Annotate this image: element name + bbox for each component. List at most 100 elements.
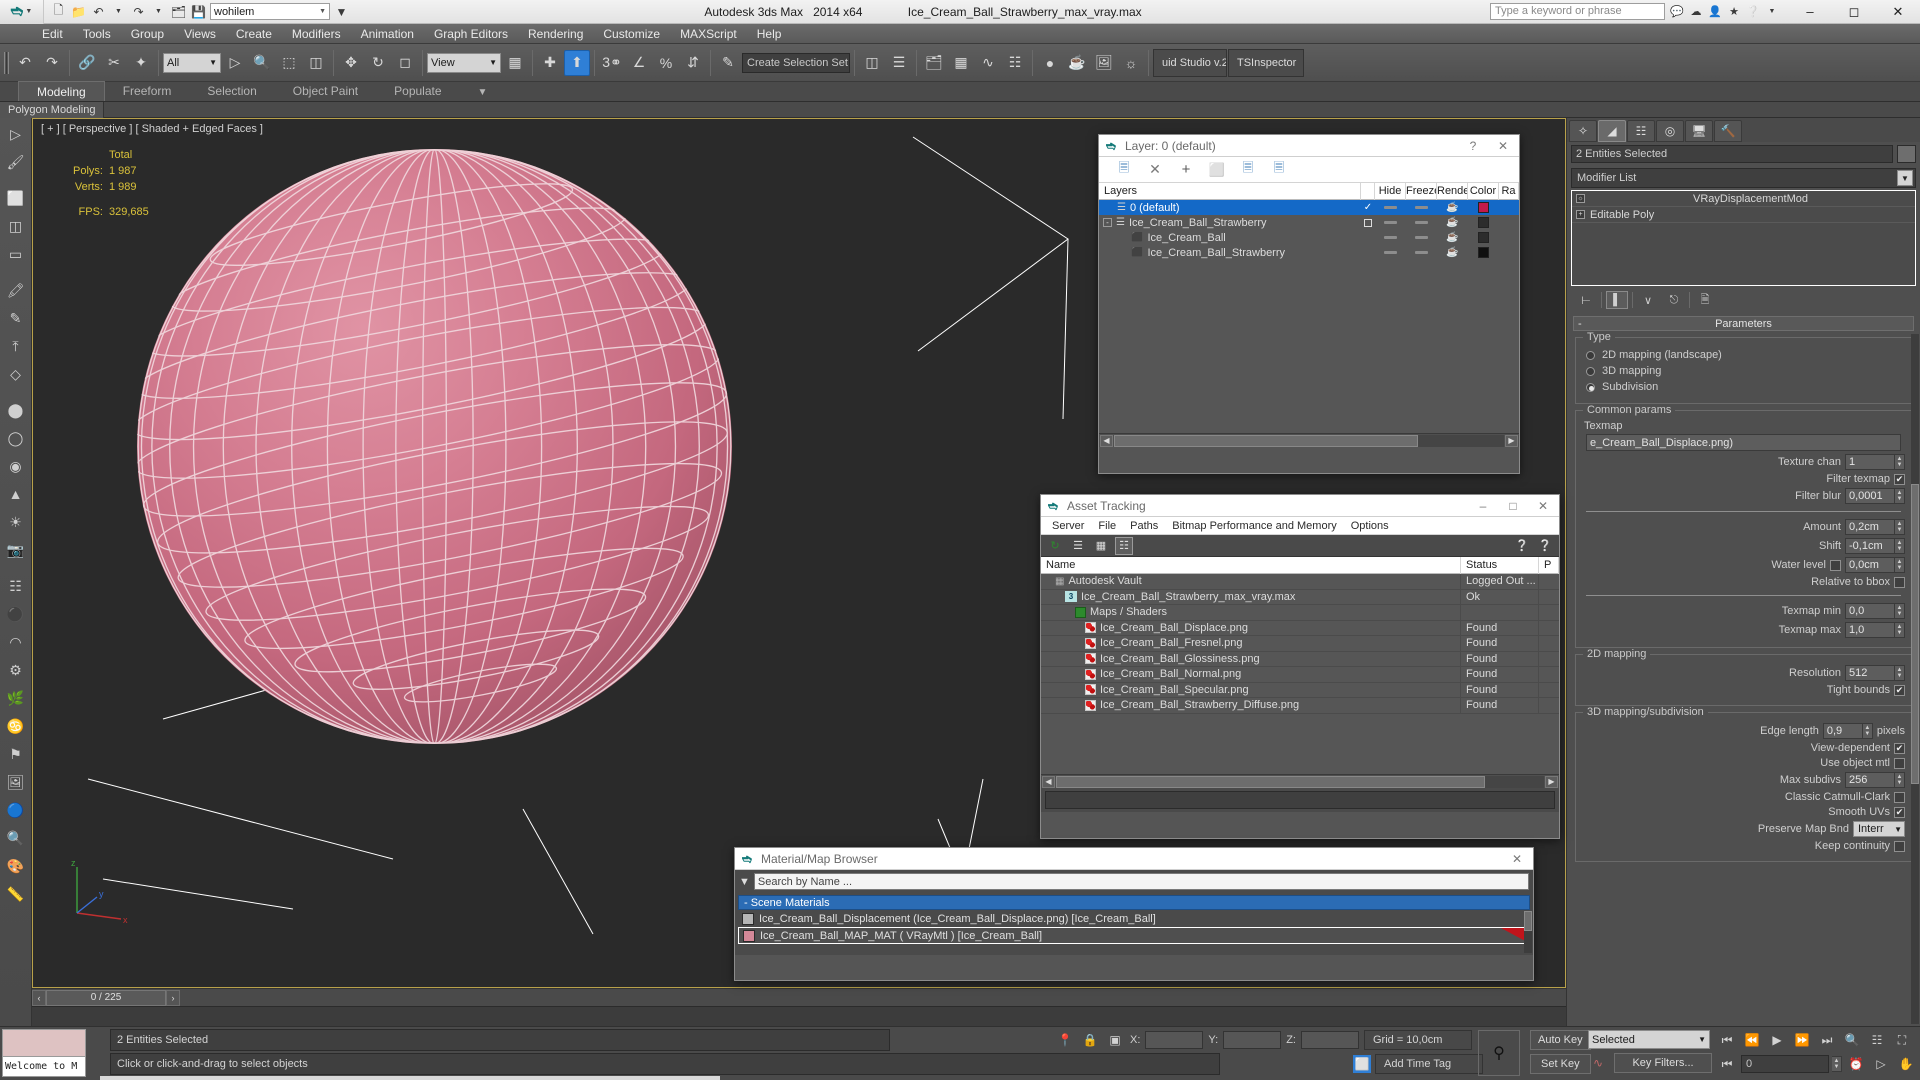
hair-fur-icon[interactable]: 🌿 xyxy=(3,685,29,711)
layer-render-toggle[interactable]: ☕ xyxy=(1437,247,1468,258)
time-configuration-icon[interactable]: ⏰ xyxy=(1845,1054,1867,1074)
rendered-frame-window-icon[interactable]: 🖼 xyxy=(1091,50,1117,76)
keyboard-shortcut-override-icon[interactable]: ⬆ xyxy=(564,49,590,76)
field-of-view-icon[interactable]: ▷ xyxy=(1870,1054,1892,1074)
window-crossing-icon[interactable]: ◫ xyxy=(303,50,329,76)
scrollbar-thumb[interactable] xyxy=(1524,911,1532,931)
key-mode-dropdown[interactable]: Selected ▼ xyxy=(1588,1030,1710,1049)
layer-explorer-icon[interactable]: 🗂 xyxy=(921,50,947,76)
box-primitive-icon[interactable]: ⬜ xyxy=(3,185,29,211)
favorites-icon[interactable]: ★ xyxy=(1726,4,1742,20)
help-new-icon[interactable]: ❔ xyxy=(1513,537,1531,555)
key-filters-button[interactable]: Key Filters... xyxy=(1614,1053,1712,1073)
redo-icon[interactable]: ↷ xyxy=(39,50,65,76)
menu-item-maxscript[interactable]: MAXScript xyxy=(670,24,747,44)
scroll-left-icon[interactable]: ◀ xyxy=(1042,775,1055,788)
open-file-icon[interactable]: 📁 xyxy=(70,3,87,20)
previous-frame-button[interactable]: ‹ xyxy=(32,989,46,1006)
menu-item-graph-editors[interactable]: Graph Editors xyxy=(424,24,518,44)
ribbon-tab-populate[interactable]: Populate xyxy=(376,81,459,101)
ribbon-tab-object-paint[interactable]: Object Paint xyxy=(275,81,376,101)
layer-column-color[interactable]: Color xyxy=(1468,182,1499,200)
modifier-list-dropdown[interactable]: Modifier List ▼ xyxy=(1571,168,1916,188)
light-bulb-icon[interactable]: ☼ xyxy=(1576,194,1585,203)
asset-menu-options[interactable]: Options xyxy=(1344,517,1396,535)
undo-dropdown-icon[interactable]: ▼ xyxy=(110,3,127,20)
next-frame-icon[interactable]: ⏩ xyxy=(1791,1030,1813,1050)
modifier-stack[interactable]: ☼ VRayDisplacementMod + Editable Poly xyxy=(1571,190,1916,286)
select-highlighted-layer-icon[interactable]: 🗏 xyxy=(1239,160,1257,179)
schematic-view-icon[interactable]: ☷ xyxy=(1002,50,1028,76)
spinner-arrows-icon[interactable]: ▲ ▼ xyxy=(1832,1056,1842,1072)
use-pivot-point-center-icon[interactable]: ▦ xyxy=(502,50,528,76)
filter-texmap-checkbox[interactable] xyxy=(1894,473,1905,485)
search-input[interactable]: Search by Name ... xyxy=(753,873,1529,890)
layer-freeze-toggle[interactable] xyxy=(1406,206,1437,209)
menu-item-help[interactable]: Help xyxy=(747,24,792,44)
layer-row[interactable]: - ☰ Ice_Cream_Ball_Strawberry ☕ xyxy=(1099,215,1519,230)
display-tab[interactable]: 🖥 xyxy=(1685,120,1713,142)
set-key-toggle-icon[interactable]: ⚲ xyxy=(1478,1030,1520,1076)
material-browser-titlebar[interactable]: ➬ Material/Map Browser ✕ xyxy=(735,848,1533,870)
layer-column-render[interactable]: Render xyxy=(1437,182,1468,200)
select-object-icon[interactable]: ▷ xyxy=(222,50,248,76)
scrollbar-thumb[interactable] xyxy=(1911,484,1919,784)
restore-button[interactable]: ◻ xyxy=(1832,0,1876,24)
spinner-arrows-icon[interactable]: ▲ ▼ xyxy=(1895,538,1905,554)
layer-manager-window[interactable]: ➬ Layer: 0 (default) ? ✕ 🗏 ✕ + ⬜ 🗏 🗏 Lay… xyxy=(1098,134,1520,474)
material-ball-icon[interactable]: ⚫ xyxy=(3,601,29,627)
freeform-paint-icon[interactable]: 🖍 xyxy=(3,277,29,303)
layer-color-swatch[interactable] xyxy=(1468,217,1499,228)
spinner-arrows-icon[interactable]: ▲ ▼ xyxy=(1895,557,1905,573)
layer-freeze-toggle[interactable] xyxy=(1406,221,1437,224)
scroll-right-icon[interactable]: ▶ xyxy=(1545,775,1558,788)
menu-item-modifiers[interactable]: Modifiers xyxy=(282,24,351,44)
asset-row[interactable]: Ice_Cream_Ball_Glossiness.png Found xyxy=(1041,651,1559,667)
make-unique-icon[interactable]: ∨ xyxy=(1637,291,1659,309)
percent-snap-toggle-icon[interactable]: % xyxy=(653,50,679,76)
save-file-icon[interactable]: 💾 xyxy=(190,3,207,20)
ribbon-tab-modeling[interactable]: Modeling xyxy=(18,81,105,101)
asset-row[interactable]: Ice_Cream_Ball_Specular.png Found xyxy=(1041,682,1559,698)
capsule-icon[interactable]: ◯ xyxy=(3,425,29,451)
layer-render-toggle[interactable]: ☕ xyxy=(1437,232,1468,243)
add-time-tag-button[interactable]: Add Time Tag xyxy=(1375,1054,1483,1074)
spinner-arrows-icon[interactable]: ▲ ▼ xyxy=(1895,488,1905,504)
hierarchy-tab[interactable]: ☷ xyxy=(1627,120,1655,142)
filter-blur-stepper[interactable]: 0,0001 ▲ ▼ xyxy=(1845,488,1905,504)
plugin-tab-tsinspector[interactable]: TSInspector xyxy=(1228,48,1304,77)
object-color-swatch[interactable] xyxy=(1897,145,1916,163)
cylinder-primitive-icon[interactable]: ◫ xyxy=(3,213,29,239)
angle-snap-toggle-icon[interactable]: ∠ xyxy=(626,50,652,76)
select-and-link-icon[interactable]: 🔗 xyxy=(74,50,100,76)
layer-hide-toggle[interactable] xyxy=(1375,221,1406,224)
light-icon[interactable]: ☀ xyxy=(3,509,29,535)
key-mode-toggle-icon[interactable]: ⏮ xyxy=(1716,1054,1738,1074)
layer-window-titlebar[interactable]: ➬ Layer: 0 (default) ? ✕ xyxy=(1099,135,1519,157)
close-button[interactable]: ✕ xyxy=(1876,0,1920,24)
asset-row[interactable]: Ice_Cream_Ball_Displace.png Found xyxy=(1041,620,1559,636)
layer-hide-toggle[interactable] xyxy=(1375,206,1406,209)
asset-menu-paths[interactable]: Paths xyxy=(1123,517,1165,535)
spinner-arrows-icon[interactable]: ▲ ▼ xyxy=(1895,772,1905,788)
reference-coordinate-dropdown[interactable]: View ▼ xyxy=(427,52,501,73)
asset-row[interactable]: Maps / Shaders xyxy=(1041,605,1559,621)
plane-primitive-icon[interactable]: ▭ xyxy=(3,241,29,267)
listener-text[interactable]: Welcome to M xyxy=(2,1057,86,1077)
layer-row[interactable]: ⬛ Ice_Cream_Ball_Strawberry ☕ xyxy=(1099,245,1519,260)
view-dependent-checkbox[interactable] xyxy=(1894,742,1905,754)
scene-explorer-icon[interactable]: 🔍 xyxy=(3,825,29,851)
undo-icon[interactable]: ↶ xyxy=(12,50,38,76)
layer-row[interactable]: ☰ 0 (default) ✓ ☕ xyxy=(1099,200,1519,215)
plugin-tab-uid-studio[interactable]: uid Studio v.2: xyxy=(1153,48,1227,77)
catmull-clark-checkbox[interactable] xyxy=(1894,791,1905,803)
new-file-icon[interactable]: 🗋 xyxy=(50,3,67,20)
water-level-stepper[interactable]: 0,0cm ▲ ▼ xyxy=(1845,557,1905,573)
scroll-track[interactable] xyxy=(1056,775,1544,788)
texmap-max-value[interactable]: 1,0 xyxy=(1845,622,1895,638)
material-editor-icon[interactable]: ● xyxy=(1037,50,1063,76)
command-panel-scrollbar[interactable] xyxy=(1911,334,1919,1024)
material-row[interactable]: Ice_Cream_Ball_Displacement (Ice_Cream_B… xyxy=(738,910,1530,927)
layer-list-body[interactable]: ☰ 0 (default) ✓ ☕ - ☰ Ice_Cream_Ball_Strawberr… xyxy=(1099,200,1519,433)
filter-dropdown-icon[interactable]: ▼ xyxy=(739,876,750,888)
